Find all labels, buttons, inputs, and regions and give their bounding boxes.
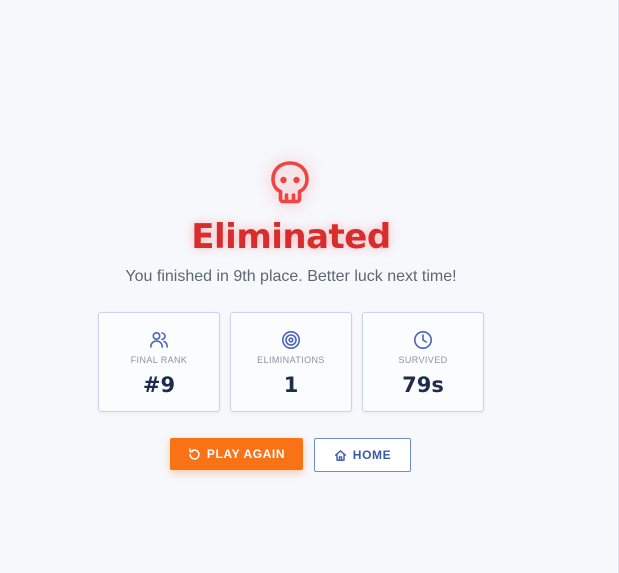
stat-card-eliminations: ELIMINATIONS 1 (230, 312, 352, 412)
stat-card-final-rank: FINAL RANK #9 (98, 312, 220, 412)
stat-label: SURVIVED (398, 355, 448, 365)
skull-icon (266, 156, 314, 208)
game-over-screen: Eliminated You finished in 9th place. Be… (0, 0, 619, 573)
stat-value: 1 (283, 373, 299, 397)
restart-icon (188, 447, 201, 461)
result-subtitle: You finished in 9th place. Better luck n… (125, 268, 457, 285)
target-icon (280, 329, 302, 351)
stat-label: ELIMINATIONS (257, 355, 325, 365)
result-title: Eliminated (191, 217, 391, 257)
play-again-button[interactable]: PLAY AGAIN (170, 438, 303, 470)
stat-card-survived: SURVIVED 79s (362, 312, 484, 412)
users-icon (148, 329, 170, 351)
home-button[interactable]: HOME (314, 438, 411, 472)
home-label: HOME (352, 448, 392, 462)
play-again-label: PLAY AGAIN (206, 447, 286, 461)
stat-value: 79s (402, 373, 444, 397)
home-icon (334, 449, 347, 462)
stat-label: FINAL RANK (130, 355, 188, 365)
stat-value: #9 (142, 373, 176, 397)
clock-icon (412, 329, 434, 351)
